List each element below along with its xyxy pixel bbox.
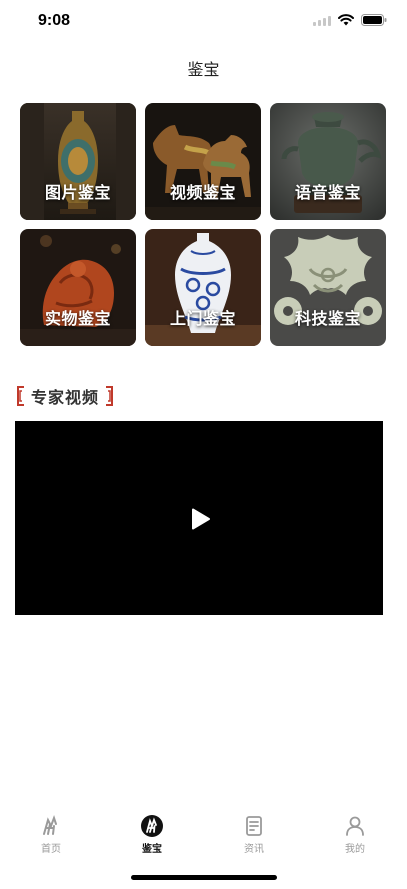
play-icon[interactable] [189, 508, 211, 530]
tab-label: 鉴宝 [142, 844, 162, 855]
tile-photo-appraisal[interactable]: 图片鉴宝 [20, 103, 136, 220]
wifi-icon [338, 14, 354, 26]
tab-profile[interactable]: 我的 [325, 814, 385, 855]
status-icons [313, 14, 387, 26]
tab-label: 首页 [41, 844, 61, 855]
tab-news[interactable]: 资讯 [224, 814, 284, 855]
tile-voice-appraisal[interactable]: 语音鉴宝 [270, 103, 386, 220]
tile-video-appraisal[interactable]: 视频鉴宝 [145, 103, 261, 220]
tile-object-appraisal[interactable]: 实物鉴宝 [20, 229, 136, 346]
tile-label: 图片鉴宝 [44, 183, 111, 202]
appraise-grid: 图片鉴宝 视频鉴宝 语音鉴宝 实物鉴宝 上门鉴宝 科技鉴宝 [20, 103, 386, 346]
appraise-icon [141, 815, 163, 837]
tile-label: 视频鉴宝 [169, 183, 236, 202]
tile-tech-appraisal[interactable]: 科技鉴宝 [270, 229, 386, 346]
left-bracket-icon [16, 386, 26, 406]
page-title: 鉴宝 [187, 60, 220, 79]
section-header: 专家视频 [16, 384, 114, 408]
tile-onsite-appraisal[interactable]: 上门鉴宝 [145, 229, 261, 346]
news-icon [246, 816, 262, 836]
expert-video-player[interactable] [15, 421, 383, 615]
tile-label: 科技鉴宝 [294, 309, 361, 328]
status-time: 9:08 [38, 12, 71, 29]
status-bar: 9:08 [0, 0, 407, 44]
right-bracket-icon [104, 386, 114, 406]
home-icon [43, 815, 57, 835]
profile-icon [346, 816, 364, 836]
tab-home[interactable]: 首页 [21, 814, 81, 855]
signal-icon [313, 15, 331, 26]
section-title: 专家视频 [31, 388, 100, 407]
tab-appraise[interactable]: 鉴宝 [122, 814, 182, 855]
tile-label: 语音鉴宝 [294, 183, 361, 202]
tile-label: 上门鉴宝 [169, 309, 236, 328]
home-indicator [131, 875, 277, 880]
tab-label: 资讯 [244, 844, 264, 855]
tab-label: 我的 [345, 844, 365, 855]
battery-icon [361, 14, 387, 26]
tile-label: 实物鉴宝 [44, 309, 111, 328]
